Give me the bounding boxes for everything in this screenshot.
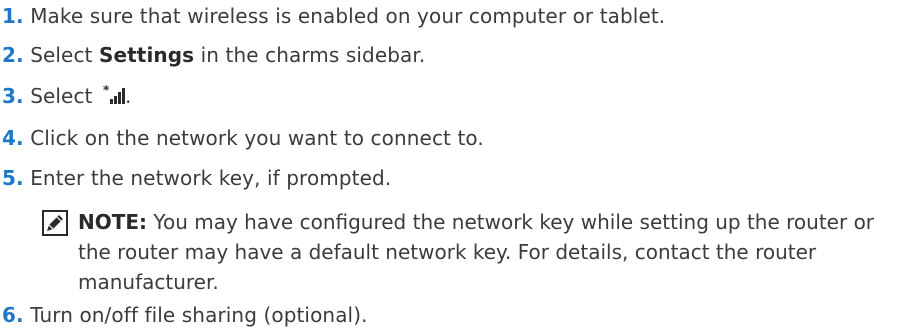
step-text: Enter the network key, if prompted. [30, 166, 392, 190]
step-3: 3. Select * . [2, 83, 131, 109]
note-label: NOTE: [78, 210, 148, 234]
step-text-pre: Select [30, 84, 99, 108]
step-number: 1. [2, 4, 24, 28]
step-1: 1. Make sure that wireless is enabled on… [2, 3, 665, 29]
step-text-pre: Select [30, 43, 99, 67]
step-4: 4. Click on the network you want to conn… [2, 125, 484, 151]
step-text-post: . [124, 84, 132, 108]
step-number: 5. [2, 166, 24, 190]
note-pencil-icon [42, 210, 68, 236]
step-number: 2. [2, 43, 24, 67]
wireless-signal-icon: * [103, 85, 125, 104]
step-text: Turn on/off file sharing (optional). [30, 303, 368, 327]
step-text-bold: Settings [98, 43, 195, 67]
step-number: 6. [2, 303, 24, 327]
step-2: 2. Select Settings in the charms sidebar… [2, 42, 425, 68]
step-5: 5. Enter the network key, if prompted. [2, 165, 391, 191]
svg-text:*: * [103, 85, 110, 97]
note-text: NOTE: You may have configured the networ… [78, 207, 908, 297]
step-text: Click on the network you want to connect… [30, 126, 484, 150]
step-number: 3. [2, 84, 24, 108]
step-text: Make sure that wireless is enabled on yo… [30, 4, 666, 28]
step-6: 6. Turn on/off file sharing (optional). [2, 302, 368, 328]
step-number: 4. [2, 126, 24, 150]
note-body: You may have configured the network key … [78, 210, 875, 294]
step-text-post: in the charms sidebar. [194, 43, 426, 67]
